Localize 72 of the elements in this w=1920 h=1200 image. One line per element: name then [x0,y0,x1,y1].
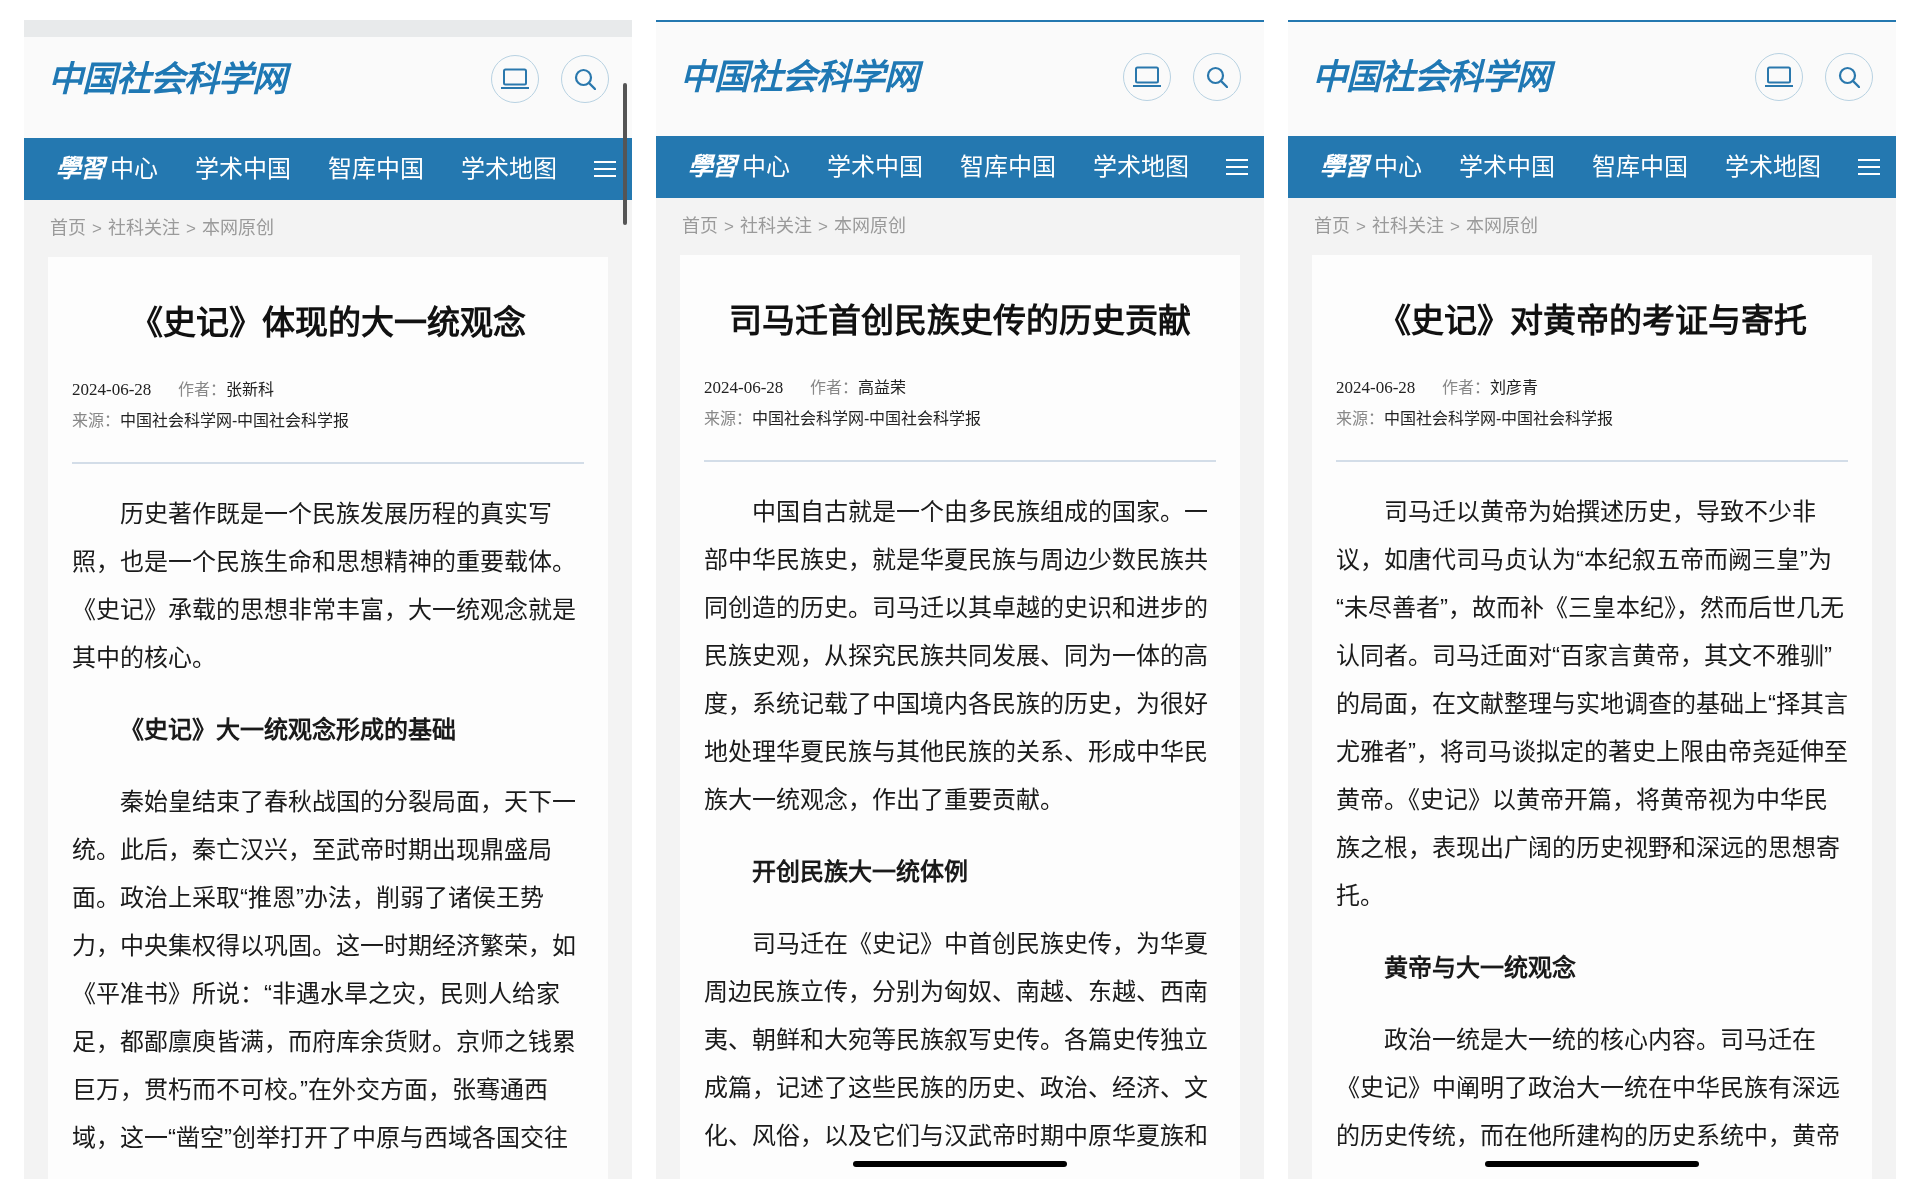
publish-date: 2024-06-28 [1336,377,1416,400]
nav-link[interactable]: 智库中国 [960,149,1056,185]
nav-link[interactable]: 學習 中心 [1320,148,1422,186]
breadcrumb-separator: > [92,217,102,240]
site-logo[interactable]: 中国社会科学网 [680,51,928,103]
author-label: 作者： [1442,378,1491,398]
article-paragraph: 政治一统是大一统的核心内容。司马迁在《史记》中阐明了政治大一统在中华民族有深远的历史传统，而在他所建构的历史系统中，黄帝 [1336,1025,1841,1151]
article-paragraph: 司马迁在《史记》中首创民族史传，为华夏周边民族立传，分别为匈奴、南越、东越、西南夷、朝鲜和大宛等民族叙写史传。各篇史传独立成篇，记述了这些民族的历史、政治、经济、文化、风俗，以及它们与汉武帝时期中原华夏族和 [704,929,1209,1151]
nav-link[interactable]: 学术地图 [1093,149,1189,185]
nav-link[interactable]: 學習 中心 [688,148,790,186]
author-name: 张新科 [226,380,275,400]
search-icon [1838,66,1860,88]
search-button[interactable] [1825,53,1873,101]
breadcrumb-separator: > [724,215,734,238]
author-label: 作者： [178,380,227,400]
breadcrumb-link[interactable]: 社科关注 [107,215,180,242]
menu-icon[interactable] [1858,158,1880,176]
nav-link[interactable]: 学术中国 [1459,149,1555,185]
breadcrumb-link[interactable]: 社科关注 [1371,213,1444,240]
article-paragraph: 历史著作既是一个民族发展历程的真实写照，也是一个民族生命和思想精神的重要载体。《史记》承载的思想非常丰富，大一统观念就是其中的核心。 [72,499,577,673]
breadcrumb-separator: > [1449,215,1460,238]
author-name: 高益荣 [858,378,907,398]
laptop-button[interactable] [1123,53,1171,101]
nav-link[interactable]: 学术中国 [195,151,291,187]
article-title: 司马迁首创民族史传的历史贡献 [728,301,1192,341]
nav-link[interactable]: 智库中国 [328,151,424,187]
menu-icon[interactable] [594,160,616,178]
nav-link[interactable]: 学术中国 [827,149,923,185]
breadcrumb-link[interactable]: 首页 [50,215,86,242]
article-title: 《史记》对黄帝的考证与寄托 [1376,301,1808,341]
nav-link[interactable]: 学术地图 [461,151,557,187]
breadcrumb-separator: > [817,215,828,238]
laptop-icon [1132,66,1162,88]
menu-icon[interactable] [1226,158,1248,176]
laptop-button[interactable] [491,55,539,103]
nav-link[interactable]: 智库中国 [1592,149,1688,185]
article-paragraph: 秦始皇结束了春秋战国的分裂局面，天下一统。此后，秦亡汉兴，至武帝时期出现鼎盛局面。政治上采取“推恩”办法，削弱了诸侯王势力，中央集权得以巩固。这一时期经济繁荣，如《平准书》所说：“非遇水旱之灾，民则人给家足，都鄙廪庾皆满，而府库余货财。京师之钱累巨万，贯朽而不可校。”在外交方面，张骞通西域，这一“凿空”创举打开了中原与西域各国交往 [72,787,577,1153]
breadcrumb-link[interactable]: 本网原创 [201,215,274,242]
section-heading: 黄帝与大一统观念 [1383,953,1577,983]
search-button[interactable] [1193,53,1241,101]
breadcrumb-separator: > [1356,215,1366,238]
source-label: 来源： [704,409,752,429]
source-name: 中国社会科学网-中国社会科学报 [120,411,350,431]
breadcrumb-separator: > [185,217,196,240]
author-name: 刘彦青 [1490,378,1539,398]
article-paragraph: 中国自古就是一个由多民族组成的国家。一部中华民族史，就是华夏民族与周边少数民族共同创造的历史。司马迁以其卓越的史识和进步的民族史观，从探究民族共同发展、同为一体的高度，系统记载了中国境内各民族的历史，为很好地处理华夏民族与其他民族的关系、形成中华民族大一统观念，作出了重要贡献。 [704,497,1209,815]
laptop-icon [1764,66,1794,88]
section-heading: 开创民族大一统体例 [751,857,969,887]
search-button[interactable] [561,55,609,103]
article-paragraph: 司马迁以黄帝为始撰述历史，导致不少非议，如唐代司马贞认为“本纪叙五帝而阙三皇”为“未尽善者”，故而补《三皇本纪》，然而后世几无认同者。司马迁面对“百家言黄帝，其文不雅驯”的局面，在文献整理与实地调查的基础上“择其言尤雅者”，将司马谈拟定的著史上限由帝尧延伸至黄帝。《史记》以黄帝开篇，将黄帝视为中华民族之根，表现出广阔的历史视野和深远的思想寄托。 [1336,497,1848,911]
breadcrumb-link[interactable]: 本网原创 [1465,213,1538,240]
breadcrumb-link[interactable]: 本网原创 [833,213,906,240]
source-name: 中国社会科学网-中国社会科学报 [752,409,982,429]
search-icon [1206,66,1228,88]
nav-link[interactable]: 學習 中心 [56,150,158,188]
source-name: 中国社会科学网-中国社会科学报 [1384,409,1614,429]
site-logo[interactable]: 中国社会科学网 [1312,51,1560,103]
article-title: 《史记》体现的大一统观念 [129,303,527,343]
source-label: 来源： [72,411,120,431]
site-logo[interactable]: 中国社会科学网 [48,53,296,105]
publish-date: 2024-06-28 [704,377,784,400]
publish-date: 2024-06-28 [72,379,152,402]
breadcrumb-link[interactable]: 首页 [1314,213,1350,240]
nav-link[interactable]: 学术地图 [1725,149,1821,185]
laptop-button[interactable] [1755,53,1803,101]
section-heading: 《史记》大一统观念形成的基础 [119,715,457,745]
search-icon [574,68,596,90]
laptop-icon [500,68,530,90]
source-label: 来源： [1336,409,1384,429]
author-label: 作者： [810,378,859,398]
breadcrumb-link[interactable]: 首页 [682,213,718,240]
breadcrumb-link[interactable]: 社科关注 [739,213,812,240]
